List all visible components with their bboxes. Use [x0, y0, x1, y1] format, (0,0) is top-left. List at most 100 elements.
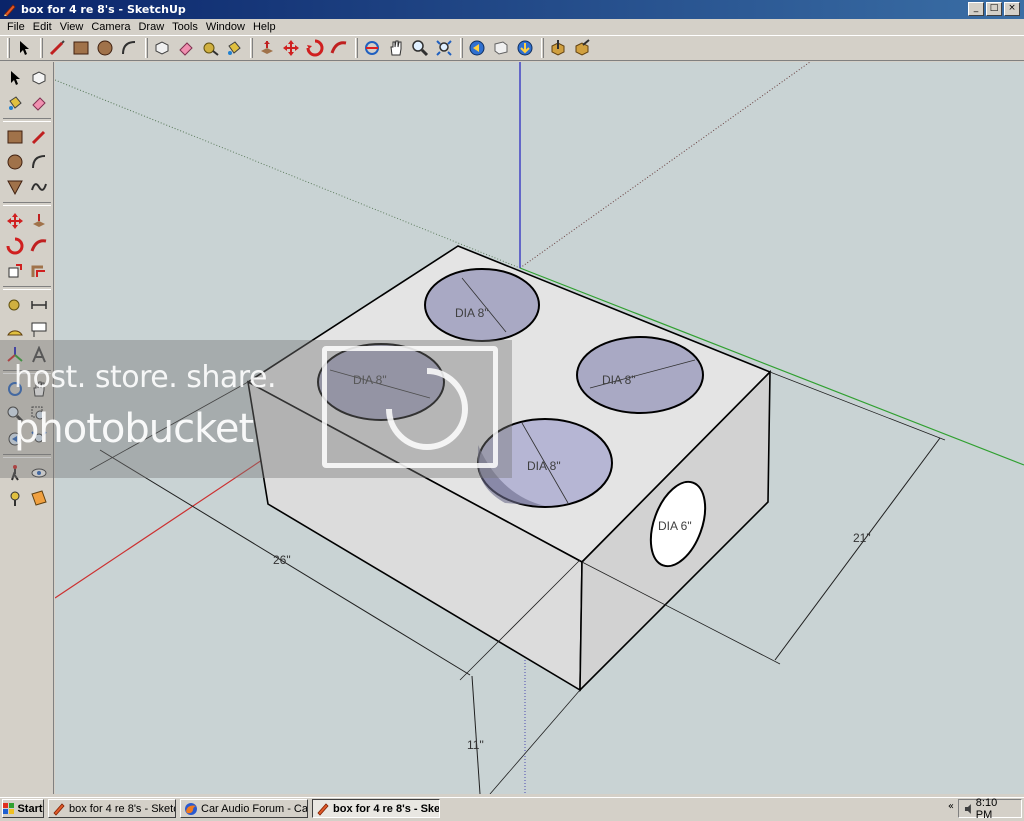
- length-dimension[interactable]: 26": [273, 553, 291, 567]
- watermark-brand: photobucket: [14, 406, 254, 452]
- red-axis-dotted: [519, 62, 811, 269]
- freehand-icon[interactable]: [27, 175, 51, 199]
- speaker-icon[interactable]: [964, 803, 976, 815]
- tape-measure-icon[interactable]: [3, 293, 27, 317]
- move-icon[interactable]: [3, 209, 27, 233]
- toolbar-grip[interactable]: [7, 38, 10, 58]
- green-axis-dotted: [55, 79, 521, 269]
- taskbar-item-sketchup-2[interactable]: box for 4 re 8's - Sket...: [312, 799, 440, 818]
- close-button[interactable]: ×: [1004, 2, 1020, 16]
- orbit-icon[interactable]: [361, 37, 383, 59]
- height-ext-line: [489, 689, 581, 794]
- hole-1-label: DIA 8": [455, 306, 489, 320]
- menu-camera[interactable]: Camera: [88, 21, 135, 33]
- menu-window[interactable]: Window: [203, 21, 250, 33]
- eraser-icon[interactable]: [27, 91, 51, 115]
- position-camera-icon[interactable]: [3, 486, 27, 510]
- offset-icon[interactable]: [27, 259, 51, 283]
- width-ext-line-1: [769, 371, 946, 441]
- clock[interactable]: 8:10 PM: [976, 797, 1016, 821]
- height-dimension[interactable]: 11": [467, 738, 484, 752]
- start-label: Start: [17, 802, 43, 815]
- arc-icon[interactable]: [27, 150, 51, 174]
- line-icon[interactable]: [27, 125, 51, 149]
- toolbar-separator: [250, 38, 253, 58]
- menu-file[interactable]: File: [4, 21, 30, 33]
- hole-3-label: DIA 8": [602, 373, 636, 387]
- make-component-icon[interactable]: [27, 66, 51, 90]
- circle-icon[interactable]: [3, 150, 27, 174]
- menu-tools[interactable]: Tools: [169, 21, 203, 33]
- menu-draw[interactable]: Draw: [135, 21, 169, 33]
- main-toolbar: [0, 35, 1024, 61]
- rotate-icon[interactable]: [304, 37, 326, 59]
- task-label: box for 4 re 8's - SketchUp: [69, 802, 175, 815]
- menu-help[interactable]: Help: [250, 21, 281, 33]
- make-component-icon[interactable]: [151, 37, 173, 59]
- toolbar-separator: [355, 38, 358, 58]
- section-plane-icon[interactable]: [27, 486, 51, 510]
- rectangle-icon[interactable]: [70, 37, 92, 59]
- task-label: Car Audio Forum - CarAu...: [201, 802, 308, 815]
- width-dim-line: [774, 437, 941, 661]
- push-pull-icon[interactable]: [256, 37, 278, 59]
- windows-taskbar: Start box for 4 re 8's - SketchUp Car Au…: [0, 797, 1024, 821]
- next-view-icon[interactable]: [490, 37, 512, 59]
- toolbar-separator: [460, 38, 463, 58]
- line-icon[interactable]: [46, 37, 68, 59]
- zoom-extents-icon[interactable]: [433, 37, 455, 59]
- title-bar[interactable]: box for 4 re 8's - SketchUp _ □ ×: [0, 0, 1024, 19]
- push-pull-icon[interactable]: [27, 209, 51, 233]
- previous-view-icon[interactable]: [466, 37, 488, 59]
- width-dimension[interactable]: 21": [853, 531, 871, 545]
- dimension-icon[interactable]: [27, 293, 51, 317]
- tape-measure-icon[interactable]: [199, 37, 221, 59]
- maximize-button[interactable]: □: [986, 2, 1002, 16]
- speaker-hole-1[interactable]: [424, 268, 540, 342]
- minimize-button[interactable]: _: [968, 2, 984, 16]
- rotate-icon[interactable]: [3, 234, 27, 258]
- menu-bar: File Edit View Camera Draw Tools Window …: [0, 19, 1024, 34]
- scale-icon[interactable]: [3, 259, 27, 283]
- select-icon[interactable]: [3, 66, 27, 90]
- menu-view[interactable]: View: [57, 21, 89, 33]
- arc-icon[interactable]: [118, 37, 140, 59]
- task-label: box for 4 re 8's - Sket...: [333, 802, 440, 815]
- start-button[interactable]: Start: [2, 799, 44, 818]
- toolbar-separator: [541, 38, 544, 58]
- circle-icon[interactable]: [94, 37, 116, 59]
- get-models-icon[interactable]: [514, 37, 536, 59]
- follow-me-icon[interactable]: [328, 37, 350, 59]
- height-dim-line: [471, 675, 481, 794]
- taskbar-item-sketchup-1[interactable]: box for 4 re 8's - SketchUp: [48, 799, 176, 818]
- text-icon[interactable]: [27, 318, 51, 342]
- photobucket-watermark: host. store. share. photobucket: [0, 340, 512, 478]
- sketchup-app-icon: [4, 3, 16, 17]
- share-model-icon[interactable]: [547, 37, 569, 59]
- follow-me-icon[interactable]: [27, 234, 51, 258]
- protractor-icon[interactable]: [3, 318, 27, 342]
- watermark-logo-icon: [322, 346, 498, 468]
- paint-bucket-icon[interactable]: [223, 37, 245, 59]
- firefox-icon: [185, 802, 197, 815]
- toolbar-separator: [3, 202, 51, 206]
- menu-edit[interactable]: Edit: [30, 21, 57, 33]
- taskbar-item-firefox[interactable]: Car Audio Forum - CarAu...: [180, 799, 308, 818]
- zoom-icon[interactable]: [409, 37, 431, 59]
- rectangle-icon[interactable]: [3, 125, 27, 149]
- tray-expand-button[interactable]: «: [948, 801, 954, 812]
- move-icon[interactable]: [280, 37, 302, 59]
- paint-bucket-icon[interactable]: [3, 91, 27, 115]
- port-label: DIA 6": [658, 519, 692, 533]
- toolbar-separator: [145, 38, 148, 58]
- watermark-tagline: host. store. share.: [14, 360, 276, 395]
- component-icon[interactable]: [571, 37, 593, 59]
- toolbar-separator: [3, 118, 51, 122]
- windows-flag-icon: [3, 802, 15, 814]
- sketchup-app-icon: [317, 802, 329, 816]
- pan-icon[interactable]: [385, 37, 407, 59]
- eraser-icon[interactable]: [175, 37, 197, 59]
- polygon-icon[interactable]: [3, 175, 27, 199]
- select-icon[interactable]: [13, 37, 35, 59]
- system-tray: 8:10 PM: [958, 797, 1022, 821]
